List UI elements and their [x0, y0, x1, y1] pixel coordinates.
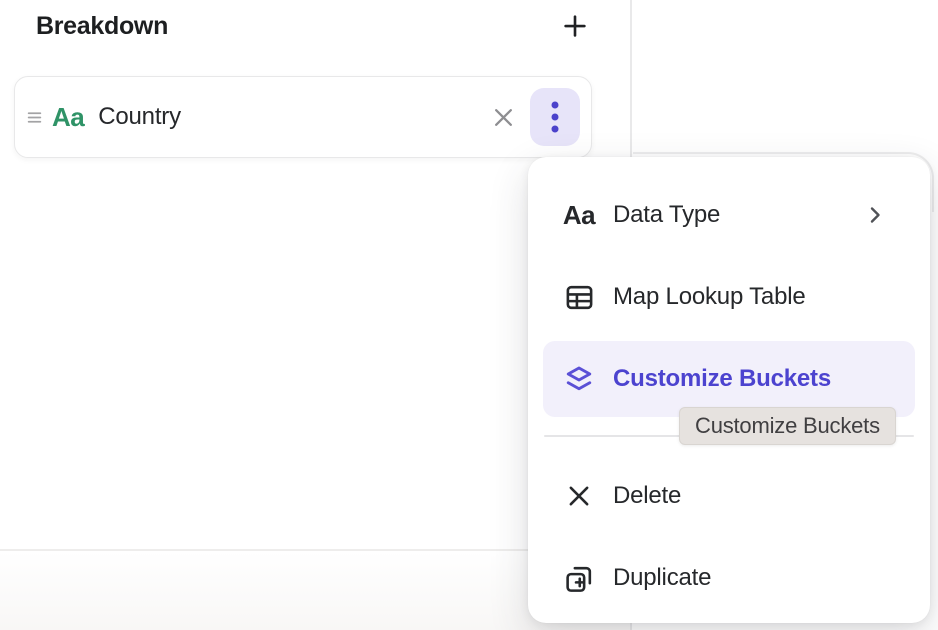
field-name: Country — [98, 103, 181, 131]
menu-item-duplicate[interactable]: Duplicate — [543, 540, 915, 616]
menu-item-delete[interactable]: Delete — [543, 458, 915, 534]
field-context-menu: Aa Data Type Map Lookup Table — [528, 157, 930, 623]
menu-item-label: Data Type — [613, 201, 863, 229]
chevron-right-icon — [863, 203, 887, 227]
plus-icon — [560, 11, 590, 41]
table-icon — [562, 280, 596, 314]
x-icon — [490, 104, 517, 131]
drag-handle-icon[interactable] — [23, 109, 45, 126]
remove-field-button[interactable] — [488, 102, 518, 132]
field-more-menu-button[interactable] — [530, 88, 580, 146]
menu-item-label: Duplicate — [613, 564, 895, 592]
menu-item-customize-buckets[interactable]: Customize Buckets — [543, 341, 915, 417]
kebab-menu-icon — [550, 100, 560, 134]
layers-icon — [562, 362, 596, 396]
breakdown-screen: Breakdown Aa Country — [0, 0, 938, 630]
panel-title: Breakdown — [36, 12, 168, 41]
add-breakdown-button[interactable] — [558, 9, 592, 43]
menu-item-label: Customize Buckets — [613, 365, 895, 393]
text-type-icon: Aa — [562, 198, 596, 232]
x-icon — [562, 479, 596, 513]
customize-buckets-tooltip: Customize Buckets — [679, 407, 896, 445]
menu-item-label: Map Lookup Table — [613, 283, 895, 311]
copy-plus-icon — [562, 561, 596, 595]
breakdown-header: Breakdown — [36, 8, 592, 44]
breakdown-field-card: Aa Country — [14, 76, 592, 158]
menu-item-label: Delete — [613, 482, 895, 510]
field-type-icon: Aa — [52, 104, 84, 130]
menu-item-map-lookup-table[interactable]: Map Lookup Table — [543, 259, 915, 335]
menu-item-data-type[interactable]: Aa Data Type — [543, 177, 915, 253]
